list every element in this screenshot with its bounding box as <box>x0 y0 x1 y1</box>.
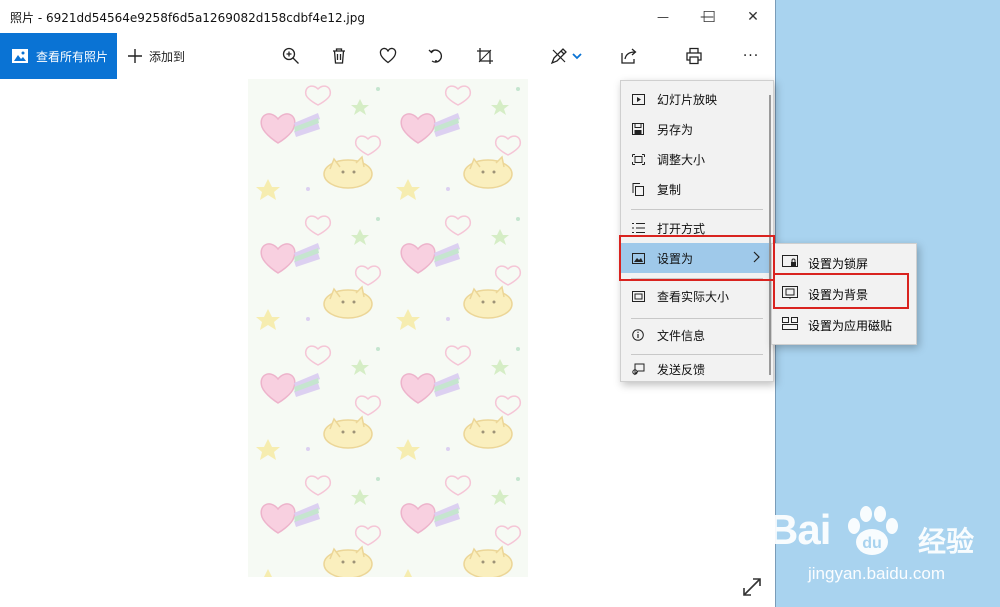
plus-icon <box>128 49 142 63</box>
add-to-button[interactable]: 添加到 <box>127 33 185 79</box>
delete-icon <box>333 48 345 64</box>
highlight-set-background <box>773 273 909 309</box>
copy-icon <box>631 182 645 196</box>
menu-separator <box>631 354 763 355</box>
add-to-label: 添加到 <box>149 49 186 64</box>
print-icon <box>686 47 702 65</box>
actual-size-icon <box>631 289 645 303</box>
close-button[interactable]: ✕ <box>730 0 776 33</box>
more-icon: ··· <box>742 48 760 64</box>
crop-button[interactable] <box>472 43 498 69</box>
paw-logo-icon: du <box>848 506 898 555</box>
more-button[interactable]: ··· <box>738 43 764 69</box>
view-all-label: 查看所有照片 <box>36 49 109 64</box>
photo-canvas[interactable] <box>248 79 528 577</box>
baidu-jingyan-watermark: Bai du 经验 jingyan.baidu.com <box>768 498 1000 607</box>
svg-text:du: du <box>862 535 882 552</box>
menu-item-label: 打开方式 <box>657 221 706 236</box>
open-with-icon <box>631 221 645 235</box>
lock-screen-icon <box>782 255 798 271</box>
menu-item-label: 另存为 <box>657 122 694 137</box>
menu-item-copy[interactable]: 复制 <box>621 174 773 204</box>
chevron-down-icon <box>572 53 582 60</box>
favorite-button[interactable] <box>375 43 401 69</box>
rotate-button[interactable] <box>423 43 449 69</box>
menu-item-label: 幻灯片放映 <box>657 92 718 107</box>
menu-item-label: 调整大小 <box>657 152 706 167</box>
menu-item-label: 查看实际大小 <box>657 289 730 304</box>
heart-icon <box>379 47 397 64</box>
menu-item-save-as[interactable]: 另存为 <box>621 114 773 144</box>
feedback-icon <box>631 362 645 376</box>
menu-item-label: 文件信息 <box>657 328 706 343</box>
highlight-set-as <box>619 235 775 281</box>
menu-separator <box>631 318 763 319</box>
zoom-in-button[interactable] <box>278 43 304 69</box>
watermark-brand: Bai <box>768 506 831 553</box>
wallpaper-pattern-image <box>248 79 528 577</box>
maximize-button[interactable]: ☐ <box>686 0 732 33</box>
menu-separator <box>631 209 763 210</box>
menu-item-file-info[interactable]: 文件信息 <box>621 320 773 350</box>
view-all-photos-button[interactable]: 查看所有照片 <box>0 33 117 79</box>
menu-item-actual-size[interactable]: 查看实际大小 <box>621 281 773 311</box>
menu-item-label: 发送反馈 <box>657 362 706 377</box>
submenu-item-label: 设置为锁屏 <box>808 256 869 271</box>
crop-icon <box>477 48 493 64</box>
menu-item-send-feedback[interactable]: 发送反馈 <box>621 357 773 381</box>
share-button[interactable] <box>616 43 642 69</box>
submenu-item-label: 设置为应用磁贴 <box>808 318 893 333</box>
print-button[interactable] <box>681 43 707 69</box>
submenu-item-app-tile[interactable]: 设置为应用磁贴 <box>772 310 916 340</box>
slideshow-icon <box>631 92 645 106</box>
toolbar: 查看所有照片 添加到 ··· <box>0 33 775 79</box>
menu-item-slideshow[interactable]: 幻灯片放映 <box>621 84 773 114</box>
close-icon: ✕ <box>747 8 759 25</box>
menu-item-label: 复制 <box>657 182 682 197</box>
expand-icon[interactable] <box>740 575 764 599</box>
window-title: 照片 - 6921dd54564e9258f6d5a1269082d158cdb… <box>10 11 365 25</box>
minimize-btn[interactable]: — <box>640 0 686 33</box>
save-icon <box>631 122 645 136</box>
edit-icon <box>550 48 567 65</box>
watermark-url: jingyan.baidu.com <box>808 564 946 583</box>
menu-item-resize[interactable]: 调整大小 <box>621 144 773 174</box>
rotate-icon <box>428 49 443 63</box>
maximize-icon: ☐ <box>702 7 716 26</box>
minimize-glyph-icon: — <box>657 9 669 24</box>
photo-icon <box>12 49 28 63</box>
share-icon <box>621 48 637 64</box>
watermark-brand-cn: 经验 <box>918 525 975 558</box>
context-menu: 幻灯片放映 另存为 调整大小 复制 打开方式 设置为 查看实际大小 文件信息 发… <box>620 80 774 382</box>
tile-icon <box>782 317 798 333</box>
edit-create-button[interactable] <box>545 43 587 69</box>
delete-button[interactable] <box>326 43 352 69</box>
zoom-in-icon <box>282 47 299 64</box>
resize-icon <box>631 152 645 166</box>
info-icon <box>631 328 645 342</box>
